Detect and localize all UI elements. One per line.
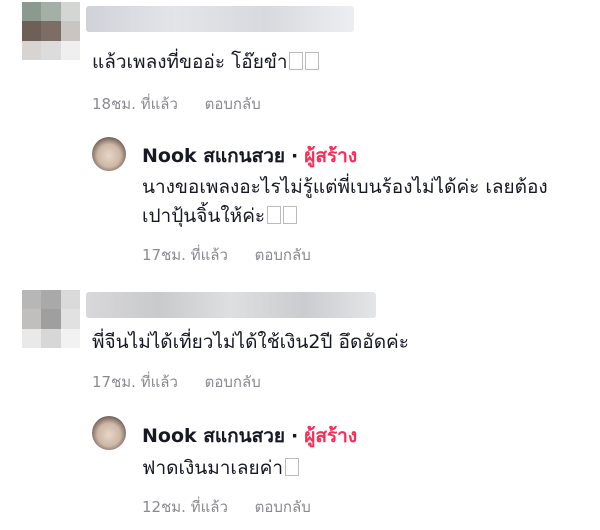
commenter-name-blurred[interactable]: [86, 6, 354, 32]
comment-time: 18ชม. ที่แล้ว: [92, 95, 178, 113]
reply-text-line-2: เปาปุ้นจิ้นให้ค่ะ: [142, 201, 298, 231]
creator-avatar[interactable]: [92, 416, 126, 450]
comment-time: 17ชม. ที่แล้ว: [92, 373, 178, 391]
comment-text: แล้วเพลงที่ขออ่ะ โอ๊ยขำ: [92, 47, 320, 77]
reply-time: 12ชม. ที่แล้ว: [142, 498, 228, 516]
reply-button[interactable]: ตอบกลับ: [205, 373, 261, 391]
commenter-avatar-blurred[interactable]: [22, 290, 80, 348]
reply-meta: 17ชม. ที่แล้ว ตอบกลับ: [142, 243, 333, 267]
reply-text-line-1: ฟาดเงินมาเลยค่า: [142, 453, 300, 483]
creator-badge: ผู้สร้าง: [304, 145, 358, 167]
reply-meta: 12ชม. ที่แล้ว ตอบกลับ: [142, 495, 333, 519]
creator-name[interactable]: Nook สแกนสวย: [142, 145, 285, 167]
commenter-avatar-blurred[interactable]: [22, 2, 80, 60]
reply-time: 17ชม. ที่แล้ว: [142, 246, 228, 264]
creator-name[interactable]: Nook สแกนสวย: [142, 425, 285, 447]
comment-meta: 18ชม. ที่แล้ว ตอบกลับ: [92, 92, 283, 116]
comment-meta: 17ชม. ที่แล้ว ตอบกลับ: [92, 370, 283, 394]
comment-text: พี่จีนไม่ได้เที่ยวไม่ได้ใช้เงิน2ปี อึดอั…: [92, 331, 409, 353]
reply-author-line: Nook สแกนสวย · ผู้สร้าง: [142, 145, 358, 167]
reply-button[interactable]: ตอบกลับ: [255, 246, 311, 264]
creator-badge: ผู้สร้าง: [304, 425, 358, 447]
reply-button[interactable]: ตอบกลับ: [255, 498, 311, 516]
reply-author-line: Nook สแกนสวย · ผู้สร้าง: [142, 425, 358, 447]
reply-button[interactable]: ตอบกลับ: [205, 95, 261, 113]
creator-avatar[interactable]: [92, 137, 126, 171]
commenter-name-blurred[interactable]: [86, 292, 376, 318]
reply-text-line-1: นางขอเพลงอะไรไม่รู้แต่พี่เบนร้องไม่ได้ค่…: [142, 176, 548, 198]
